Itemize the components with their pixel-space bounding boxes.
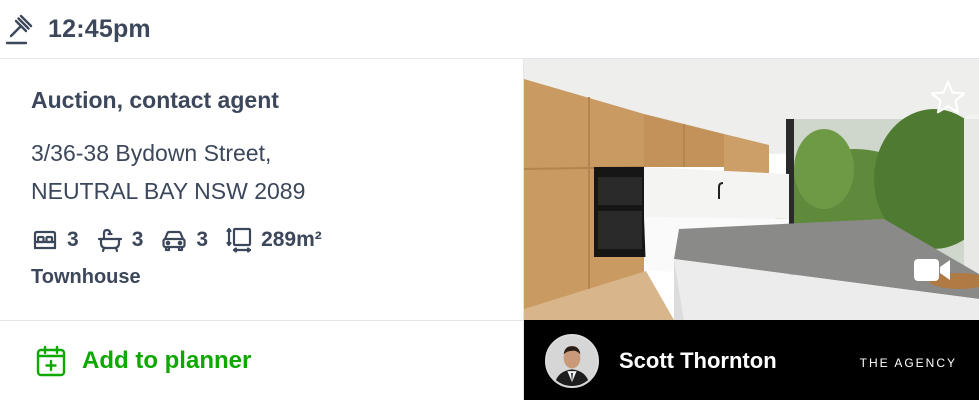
listing-photo[interactable] [524,59,979,320]
bathrooms-count: 3 [131,228,144,251]
address-line-2: NEUTRAL BAY NSW 2089 [31,178,306,204]
price-text: Auction, contact agent [31,87,279,113]
add-to-planner-button[interactable]: Add to planner [0,320,524,400]
land-size-icon [226,227,252,253]
property-features: 3 3 3 289m² [31,225,339,255]
bathrooms-feature: 3 [96,226,144,254]
video-icon[interactable] [913,255,951,285]
parking-feature: 3 [160,226,208,254]
agent-bar[interactable]: Scott Thornton THE AGENCY [524,320,979,400]
calendar-add-icon [36,345,66,377]
parking-count: 3 [196,228,209,251]
auction-time-row: 12:45pm [0,0,979,58]
bed-icon [33,230,57,250]
agency-logo: THE AGENCY [859,356,957,370]
listing-details[interactable]: Auction, contact agent 3/36-38 Bydown St… [0,59,524,320]
add-to-planner-label: Add to planner [82,347,252,374]
car-icon [162,230,186,252]
bedrooms-count: 3 [67,228,79,251]
star-icon[interactable] [929,79,967,117]
land-size-feature: 289m² [225,226,322,254]
avatar [545,333,599,388]
agent-name: Scott Thornton [619,347,777,373]
bedrooms-feature: 3 [31,226,79,254]
property-type: Townhouse [31,266,141,288]
kitchen-photo [524,59,979,320]
bath-icon [97,228,122,253]
land-size-value: 289m² [261,228,322,251]
agent-portrait [547,335,597,386]
gavel-icon [5,14,33,45]
auction-time: 12:45pm [48,14,151,43]
listing-card[interactable]: Auction, contact agent 3/36-38 Bydown St… [0,58,979,400]
address-line-1: 3/36-38 Bydown Street, [31,140,272,166]
